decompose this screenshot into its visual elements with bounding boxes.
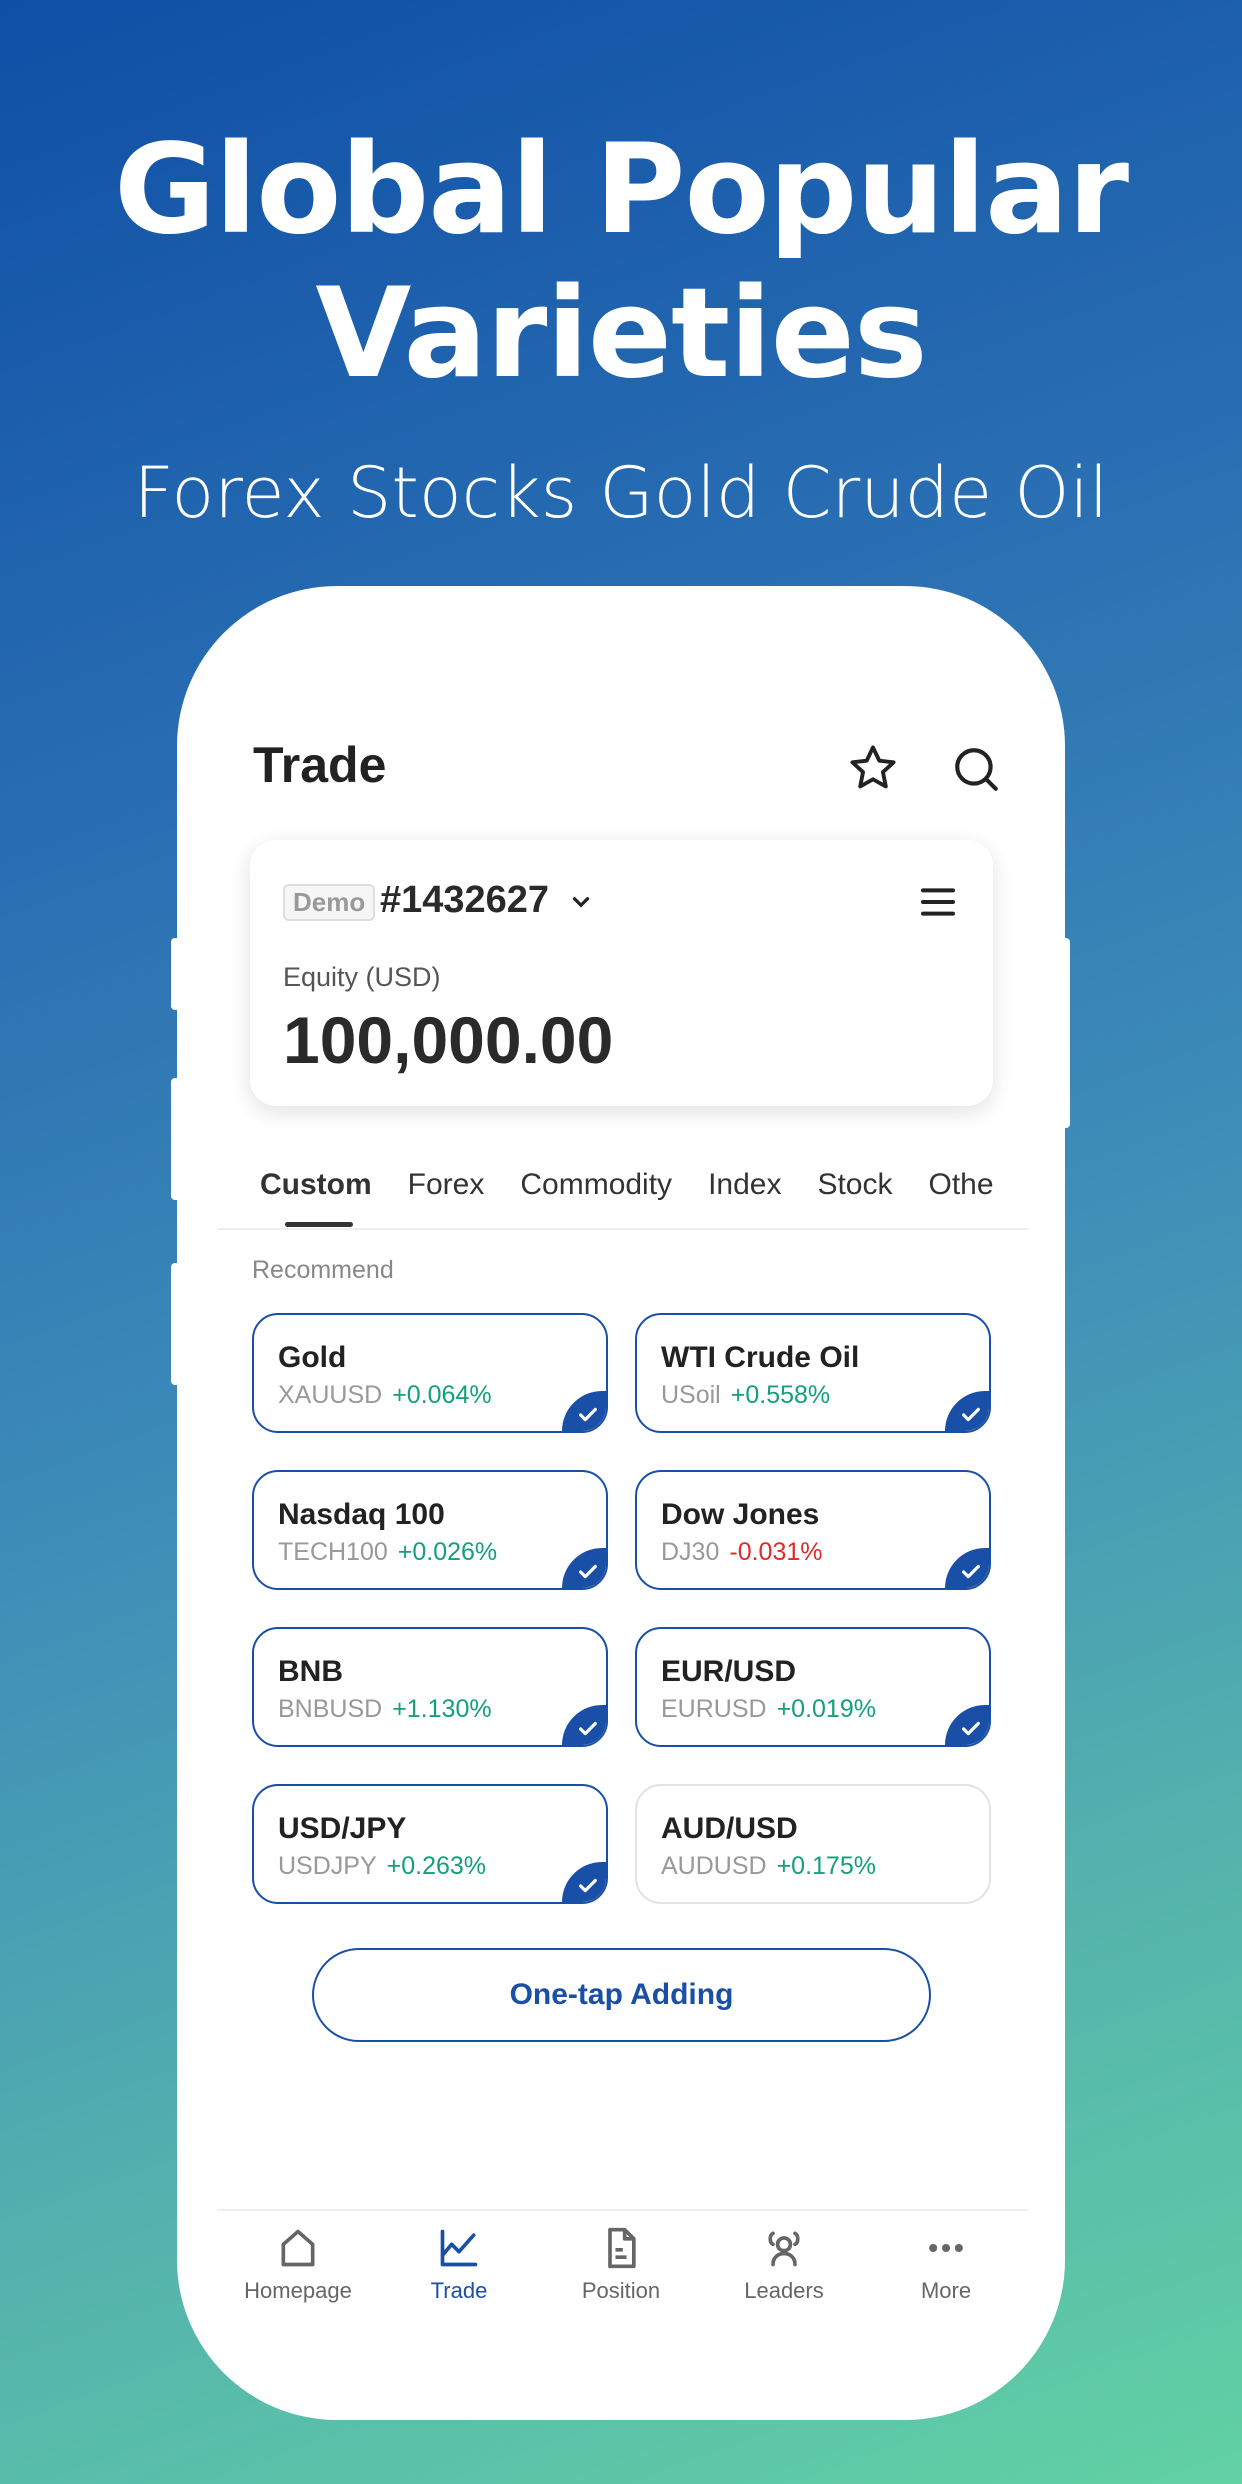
tab-forex[interactable]: Forex	[408, 1168, 485, 1202]
hero-title-line1: Global Popular	[113, 118, 1129, 262]
nav-trade[interactable]: Trade	[379, 2226, 539, 2304]
tab-stock[interactable]: Stock	[817, 1168, 892, 1202]
price-change: +0.026%	[397, 1538, 498, 1566]
nav-label: Homepage	[244, 2278, 352, 2303]
instrument-name: AUD/USD	[661, 1812, 798, 1845]
instrument-card[interactable]: EUR/USD EURUSD +0.019%	[635, 1627, 991, 1747]
account-card: Demo #1432627 Equity (USD) 100,000.00	[250, 840, 993, 1106]
active-tab-indicator	[285, 1222, 353, 1227]
selected-check-icon	[945, 1391, 989, 1431]
account-selector[interactable]: #1432627	[380, 879, 594, 922]
instrument-symbol: BNBUSD	[278, 1695, 383, 1723]
instrument-symbol: EURUSD	[661, 1695, 767, 1723]
tab-custom[interactable]: Custom	[260, 1168, 372, 1202]
price-change: +0.064%	[392, 1381, 492, 1409]
nav-label: Trade	[430, 2278, 488, 2303]
demo-badge: Demo	[283, 884, 376, 921]
instrument-card[interactable]: AUD/USD AUDUSD +0.175%	[635, 1784, 991, 1904]
instrument-symbol: DJ30	[661, 1538, 720, 1566]
instrument-card[interactable]: Gold XAUUSD +0.064%	[252, 1313, 608, 1433]
hero-title-line2: Varieties	[315, 262, 927, 406]
instrument-symbol-line: AUDUSD +0.175%	[661, 1852, 876, 1881]
more-icon	[929, 2243, 963, 2253]
divider	[217, 2209, 1028, 2211]
search-icon[interactable]	[951, 744, 1001, 799]
instrument-symbol-line: USDJPY +0.263%	[278, 1852, 486, 1881]
instrument-name: WTI Crude Oil	[661, 1341, 860, 1374]
page-title: Trade	[253, 737, 387, 793]
users-icon	[768, 2231, 800, 2267]
selected-check-icon	[562, 1862, 606, 1902]
phone-screen: Trade Demo #1432627 Equity (USD) 100,000…	[177, 586, 1065, 2420]
chevron-down-icon	[572, 897, 589, 908]
price-change: +0.263%	[386, 1852, 487, 1880]
instrument-name: BNB	[278, 1655, 343, 1688]
selected-check-icon	[562, 1548, 606, 1588]
tab-index[interactable]: Index	[708, 1168, 781, 1202]
price-change: +0.019%	[776, 1695, 876, 1723]
price-change: -0.031%	[729, 1538, 823, 1566]
instrument-card[interactable]: USD/JPY USDJPY +0.263%	[252, 1784, 608, 1904]
nav-homepage[interactable]: Homepage	[218, 2226, 378, 2304]
instrument-symbol-line: USoil +0.558%	[661, 1381, 830, 1410]
instrument-name: Gold	[278, 1341, 347, 1374]
instrument-name: EUR/USD	[661, 1655, 797, 1688]
one-tap-adding-button[interactable]: One-tap Adding	[312, 1948, 931, 2042]
nav-label: More	[920, 2278, 972, 2303]
instrument-name: Nasdaq 100	[278, 1498, 445, 1531]
selected-check-icon	[562, 1705, 606, 1745]
instrument-symbol: TECH100	[278, 1538, 388, 1566]
home-icon	[281, 2229, 315, 2267]
nav-more[interactable]: More	[866, 2226, 1026, 2304]
document-icon	[608, 2227, 636, 2269]
instrument-card[interactable]: Dow Jones DJ30 -0.031%	[635, 1470, 991, 1590]
instrument-card[interactable]: BNB BNBUSD +1.130%	[252, 1627, 608, 1747]
instrument-card[interactable]: Nasdaq 100 TECH100 +0.026%	[252, 1470, 608, 1590]
instrument-symbol-line: BNBUSD +1.130%	[278, 1695, 492, 1724]
account-number: #1432627	[380, 879, 550, 921]
hero-subtitle: Forex Stocks Gold Crude Oil	[133, 452, 1109, 534]
instrument-symbol: USDJPY	[278, 1852, 377, 1880]
instrument-card[interactable]: WTI Crude Oil USoil +0.558%	[635, 1313, 991, 1433]
nav-label: Leaders	[744, 2278, 824, 2303]
nav-label: Position	[581, 2278, 661, 2303]
star-icon[interactable]	[847, 742, 899, 799]
instrument-symbol-line: TECH100 +0.026%	[278, 1538, 497, 1567]
instrument-symbol: XAUUSD	[278, 1381, 383, 1409]
category-tabs: Custom Forex Commodity Index Stock Othe	[260, 1168, 994, 1202]
price-change: +1.130%	[392, 1695, 492, 1723]
section-label: Recommend	[252, 1256, 394, 1284]
instrument-symbol: USoil	[661, 1381, 721, 1409]
instrument-symbol-line: EURUSD +0.019%	[661, 1695, 876, 1724]
selected-check-icon	[945, 1548, 989, 1588]
selected-check-icon	[945, 1705, 989, 1745]
equity-value: 100,000.00	[283, 1003, 614, 1077]
instrument-symbol-line: DJ30 -0.031%	[661, 1538, 823, 1567]
instrument-name: Dow Jones	[661, 1498, 820, 1531]
selected-check-icon	[562, 1391, 606, 1431]
instrument-symbol: AUDUSD	[661, 1852, 767, 1880]
equity-label: Equity (USD)	[283, 962, 441, 992]
chart-icon	[440, 2229, 478, 2267]
price-change: +0.175%	[776, 1852, 876, 1880]
instrument-name: USD/JPY	[278, 1812, 407, 1845]
tab-commodity[interactable]: Commodity	[520, 1168, 672, 1202]
divider	[217, 1228, 1028, 1230]
price-change: +0.558%	[730, 1381, 831, 1409]
menu-icon[interactable]	[918, 882, 958, 922]
nav-leaders[interactable]: Leaders	[704, 2226, 864, 2304]
nav-position[interactable]: Position	[541, 2226, 701, 2304]
instrument-symbol-line: XAUUSD +0.064%	[278, 1381, 492, 1410]
tab-other[interactable]: Othe	[928, 1168, 993, 1202]
